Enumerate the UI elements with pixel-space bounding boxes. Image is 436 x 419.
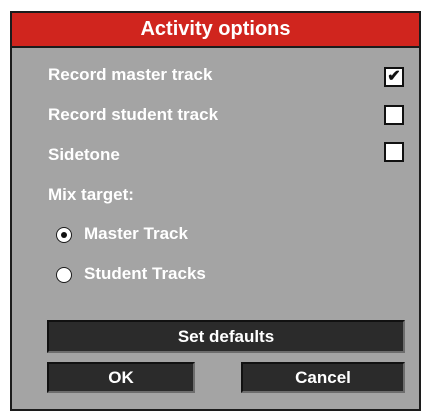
- cancel-button[interactable]: Cancel: [241, 362, 405, 393]
- record-master-track-label: Record master track: [48, 65, 213, 84]
- record-master-track-checkbox[interactable]: ✔: [384, 67, 404, 87]
- dialog-title: Activity options: [12, 13, 419, 48]
- set-defaults-button[interactable]: Set defaults: [47, 320, 405, 353]
- mix-target-label: Mix target:: [48, 185, 134, 204]
- student-tracks-label: Student Tracks: [84, 264, 206, 283]
- radio-selected-icon: [56, 227, 72, 243]
- record-student-track-checkbox[interactable]: [384, 105, 404, 125]
- record-student-track-label: Record student track: [48, 105, 219, 124]
- activity-options-dialog: Activity options Record master track ✔ R…: [10, 11, 421, 411]
- ok-button[interactable]: OK: [47, 362, 195, 393]
- radio-unselected-icon: [56, 267, 72, 283]
- sidetone-checkbox[interactable]: [384, 142, 404, 162]
- sidetone-label: Sidetone: [48, 145, 120, 164]
- master-track-label: Master Track: [84, 224, 188, 243]
- checkmark-icon: ✔: [387, 68, 401, 85]
